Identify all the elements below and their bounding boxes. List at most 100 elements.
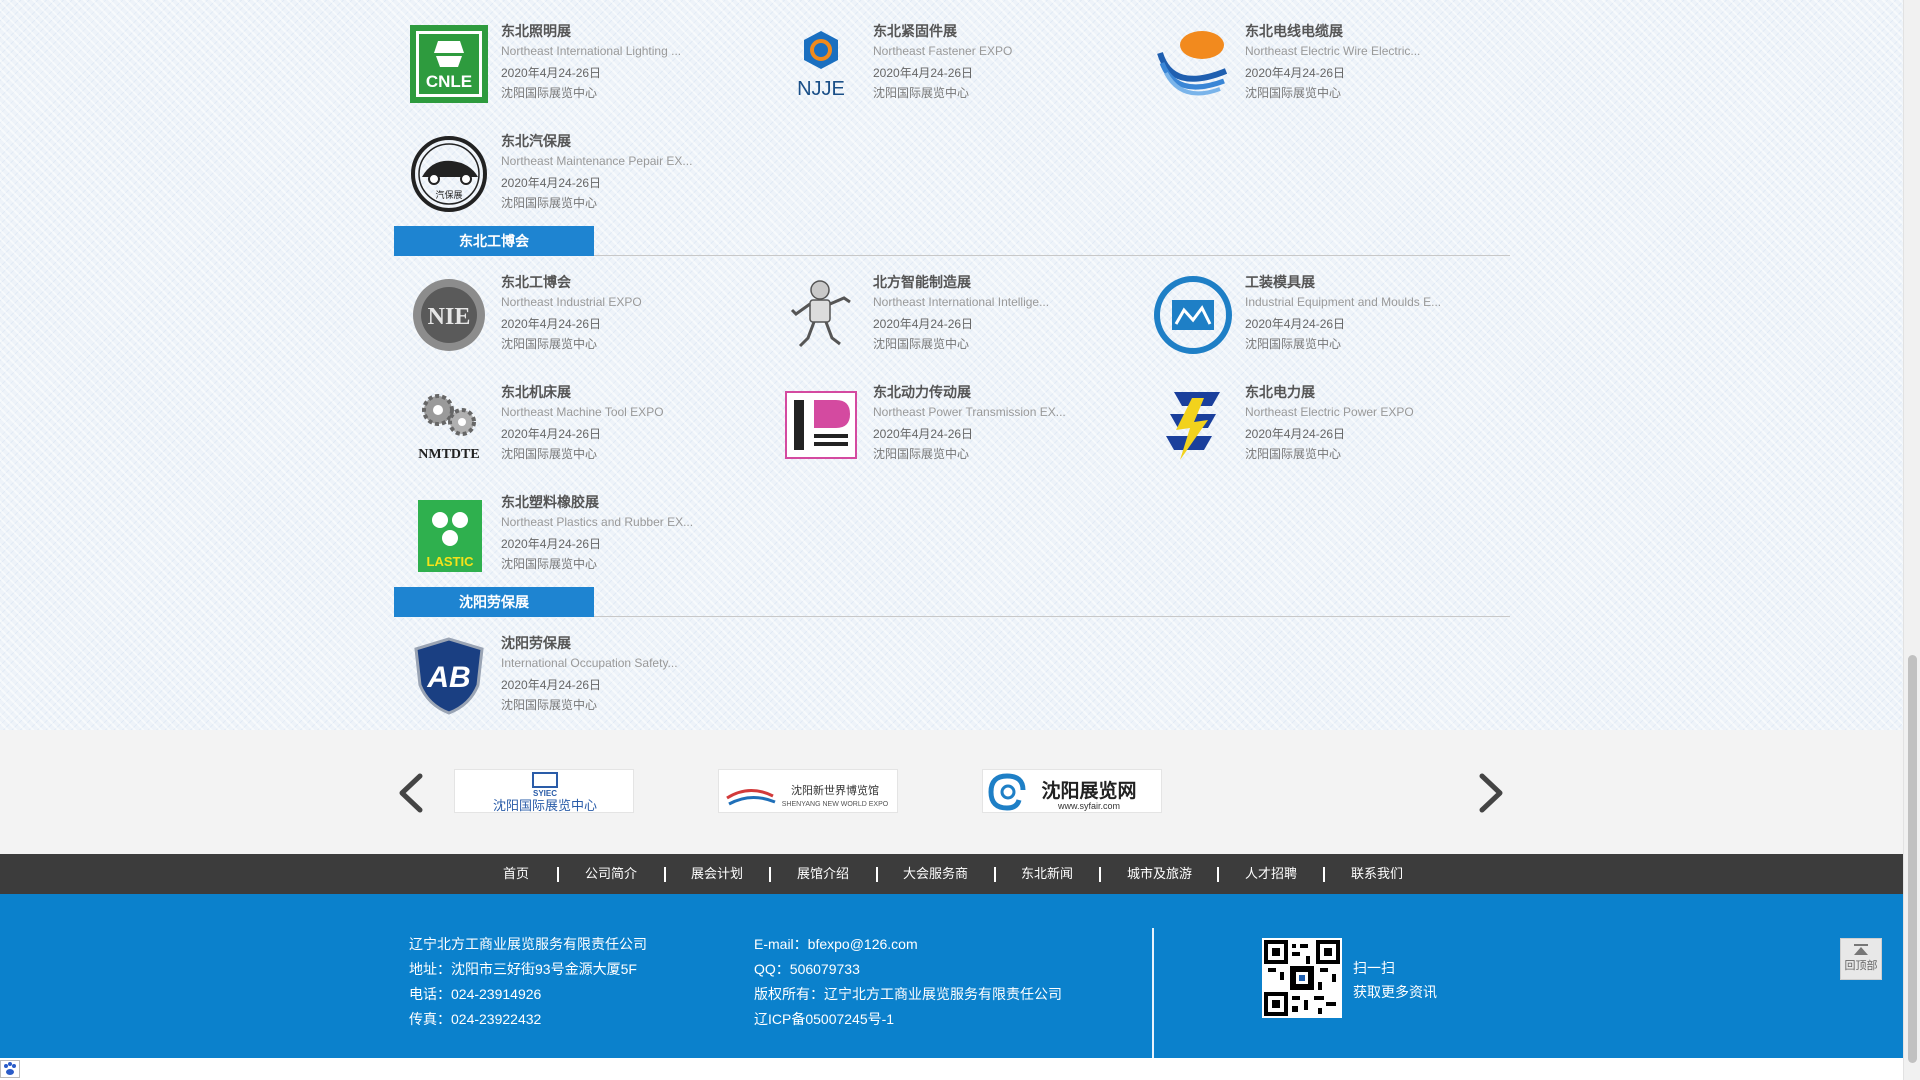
footer-icp[interactable]: 辽ICP备05007245号-1 (754, 1009, 894, 1029)
expo-name[interactable]: 东北电力展 (1245, 382, 1315, 402)
nav-item-contact[interactable]: 联系我们 (1351, 854, 1403, 894)
expo-venue: 沈阳国际展览中心 (1245, 337, 1342, 351)
arrow-up-icon (1854, 944, 1868, 955)
nav-item-about[interactable]: 公司简介 (585, 854, 637, 894)
vertical-scrollbar[interactable] (1903, 0, 1920, 1080)
nav-separator (557, 867, 559, 882)
status-strip (0, 1058, 1903, 1080)
expo-name[interactable]: 工装模具展 (1245, 272, 1315, 292)
ab-shield-logo-icon: AB (414, 637, 484, 715)
footer-email[interactable]: E-mail：bfexpo@126.com (754, 934, 918, 954)
expo-date: 2020年4月24-26日 (501, 317, 602, 331)
expo-english-name: Northeast Electric Power EXPO (1245, 405, 1414, 419)
expo-name[interactable]: 东北动力传动展 (873, 382, 971, 402)
footer-address: 地址：沈阳市三好街93号金源大厦5F (409, 961, 637, 977)
svg-text:www.syfair.com: www.syfair.com (1057, 801, 1120, 811)
svg-text:LASTIC: LASTIC (427, 554, 475, 569)
expo-name[interactable]: 沈阳劳保展 (501, 633, 571, 653)
expo-card[interactable]: 北方智能制造展 Northeast International Intellig… (766, 272, 1096, 362)
expo-name[interactable]: 东北机床展 (501, 382, 571, 402)
expo-name[interactable]: 东北塑料橡胶展 (501, 492, 599, 512)
expo-date: 2020年4月24-26日 (1245, 317, 1346, 331)
partner-logo[interactable]: 沈阳新世界博览馆 SHENYANG NEW WORLD EXPO (718, 769, 898, 813)
power-transmission-logo-icon (785, 391, 857, 459)
expo-name[interactable]: 东北汽保展 (501, 131, 571, 151)
expo-name[interactable]: 北方智能制造展 (873, 272, 971, 292)
expo-date: 2020年4月24-26日 (501, 537, 602, 551)
scrollbar-thumb[interactable] (1908, 655, 1917, 1063)
expo-card[interactable]: 东北动力传动展 Northeast Power Transmission EX.… (766, 382, 1096, 472)
nav-separator (994, 867, 996, 882)
njje-logo-icon: NJJE (797, 31, 845, 100)
syfair-logo-icon: 沈阳展览网 www.syfair.com (988, 773, 1137, 811)
svg-text:NIE: NIE (428, 304, 471, 330)
gears-logo-icon: NMTDTE (418, 394, 480, 462)
expo-name[interactable]: 东北电线电缆展 (1245, 21, 1343, 41)
section-tab[interactable]: 沈阳劳保展 (394, 587, 594, 617)
expo-card[interactable]: NJJE 东北紧固件展 Northeast Fastener EXPO 2020… (766, 21, 1096, 111)
expo-name[interactable]: 东北紧固件展 (873, 21, 957, 41)
expo-name[interactable]: 东北照明展 (501, 21, 571, 41)
expo-english-name: Northeast Machine Tool EXPO (501, 405, 664, 419)
nav-item-jobs[interactable]: 人才招聘 (1245, 854, 1297, 894)
nav-item-home[interactable]: 首页 (503, 854, 529, 894)
nav-item-news[interactable]: 东北新闻 (1021, 854, 1073, 894)
expo-card[interactable]: NIE 东北工博会 Northeast Industrial EXPO 2020… (394, 272, 724, 362)
paw-icon[interactable] (0, 1060, 20, 1078)
nav-item-services[interactable]: 大会服务商 (903, 854, 968, 894)
expo-english-name: Northeast Power Transmission EX... (873, 405, 1066, 419)
svg-text:沈阳新世界博览馆: 沈阳新世界博览馆 (791, 783, 879, 797)
chevron-right-icon[interactable] (1470, 768, 1510, 818)
partner-logo[interactable]: 沈阳展览网 www.syfair.com (982, 769, 1162, 813)
expo-date: 2020年4月24-26日 (1245, 66, 1346, 80)
expo-english-name: Northeast Maintenance Pepair EX... (501, 154, 693, 168)
new-world-expo-logo-icon: 沈阳新世界博览馆 SHENYANG NEW WORLD EXPO (726, 783, 889, 808)
scan-subtext: 获取更多资讯 (1353, 984, 1437, 1000)
back-to-top-button[interactable]: 回顶部 (1840, 938, 1882, 980)
expo-venue: 沈阳国际展览中心 (501, 337, 598, 351)
expo-venue: 沈阳国际展览中心 (873, 447, 970, 461)
expo-card[interactable]: 东北电线电缆展 Northeast Electric Wire Electric… (1138, 21, 1468, 111)
expo-card[interactable]: CNLE 东北照明展 Northeast International Light… (394, 21, 724, 111)
nav-item-venues[interactable]: 展馆介绍 (797, 854, 849, 894)
moulds-logo-icon (1154, 276, 1232, 354)
chevron-left-icon[interactable] (392, 768, 432, 818)
expo-card[interactable]: 东北电力展 Northeast Electric Power EXPO 2020… (1138, 382, 1468, 472)
expo-english-name: Northeast Industrial EXPO (501, 295, 642, 309)
expo-date: 2020年4月24-26日 (873, 427, 974, 441)
expo-card[interactable]: 工装模具展 Industrial Equipment and Moulds E.… (1138, 272, 1468, 362)
svg-text:NJJE: NJJE (797, 78, 845, 100)
back-to-top-label: 回顶部 (1844, 960, 1878, 972)
expo-date: 2020年4月24-26日 (1245, 427, 1346, 441)
scan-text: 扫一扫 (1353, 960, 1395, 976)
expo-venue: 沈阳国际展览中心 (501, 698, 598, 712)
nav-item-plans[interactable]: 展会计划 (691, 854, 743, 894)
expo-card[interactable]: LASTIC 东北塑料橡胶展 Northeast Plastics and Ru… (394, 492, 724, 582)
partner-logo[interactable]: SYIEC 沈阳国际展览中心 (454, 769, 634, 813)
expo-date: 2020年4月24-26日 (501, 66, 602, 80)
nav-separator (876, 867, 878, 882)
svg-text:汽保展: 汽保展 (435, 189, 462, 201)
svg-text:沈阳展览网: 沈阳展览网 (1041, 779, 1136, 802)
expo-date: 2020年4月24-26日 (501, 427, 602, 441)
expo-venue: 沈阳国际展览中心 (501, 557, 598, 571)
footer-fax: 传真：024-23922432 (409, 1011, 542, 1027)
expo-venue: 沈阳国际展览中心 (1245, 86, 1342, 100)
expo-english-name: Northeast International Intellige... (873, 295, 1050, 309)
qr-code-icon (1264, 940, 1340, 1016)
nav-item-city[interactable]: 城市及旅游 (1127, 854, 1192, 894)
svg-text:SHENYANG NEW WORLD EXPO: SHENYANG NEW WORLD EXPO (782, 801, 889, 808)
expo-venue: 沈阳国际展览中心 (873, 86, 970, 100)
expo-card[interactable]: NMTDTE 东北机床展 Northeast Machine Tool EXPO… (394, 382, 724, 472)
svg-text:SYIEC: SYIEC (533, 789, 557, 798)
svg-text:沈阳国际展览中心: 沈阳国际展览中心 (493, 798, 597, 813)
section-header: 东北工博会 (394, 226, 1510, 256)
expo-card[interactable]: AB 沈阳劳保展 International Occupation Safety… (394, 633, 724, 723)
expo-venue: 沈阳国际展览中心 (501, 196, 598, 210)
section-header: 沈阳劳保展 (394, 587, 1510, 617)
robot-logo-icon (790, 280, 851, 348)
svg-text:NMTDTE: NMTDTE (418, 447, 479, 462)
expo-name[interactable]: 东北工博会 (501, 272, 571, 292)
section-tab[interactable]: 东北工博会 (394, 226, 594, 256)
expo-card[interactable]: 汽保展 东北汽保展 Northeast Maintenance Pepair E… (394, 131, 724, 221)
